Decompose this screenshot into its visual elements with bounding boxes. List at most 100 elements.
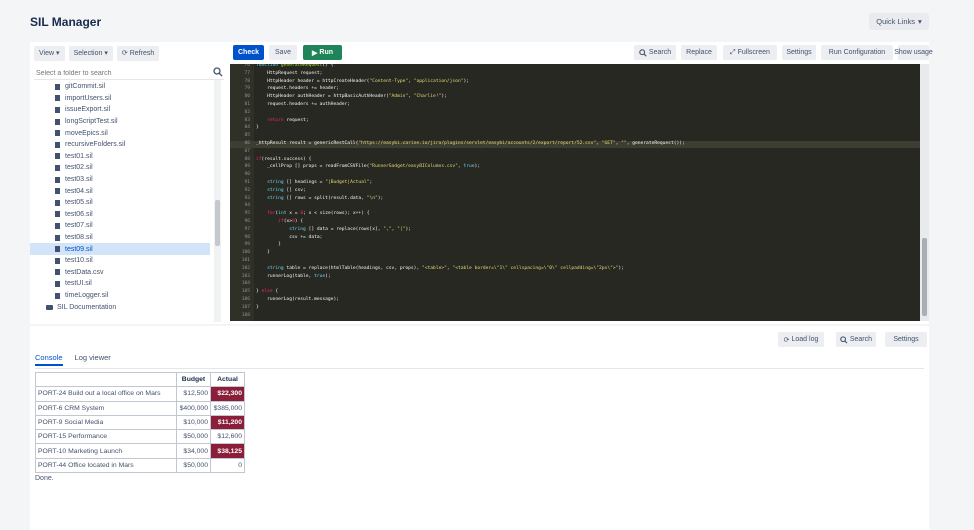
tree-item-label: timeLogger.sil (65, 292, 109, 300)
line-number: 101 (241, 258, 250, 263)
table-row: PORT-6 CRM System $400,000 $385,000 (35, 400, 245, 416)
tree-file[interactable]: test07.sil (30, 220, 210, 232)
table-row: PORT-44 Office located in Mars $50,000 0 (35, 457, 245, 474)
tree-scrollbar[interactable] (214, 80, 221, 322)
console-settings-button[interactable]: Settings (885, 332, 927, 347)
show-usage-button[interactable]: Show usage (894, 45, 933, 60)
tab-log-viewer[interactable]: Log viewer (75, 353, 111, 366)
console-search-button[interactable]: Search (836, 332, 876, 347)
tree-file[interactable]: recursiveFolders.sil (30, 139, 210, 151)
line-number: 104 (241, 281, 250, 287)
tree-file[interactable]: test04.sil (30, 185, 210, 197)
tree-file[interactable]: test09.sil (30, 243, 210, 255)
tab-console[interactable]: Console (35, 353, 63, 366)
refresh-button[interactable]: ⟳ Refresh (116, 45, 160, 61)
code-line: 100 } (230, 250, 920, 257)
file-icon (55, 269, 60, 276)
check-button[interactable]: Check (233, 45, 264, 60)
tree-file[interactable]: test01.sil (30, 151, 210, 163)
tree-scrollbar-thumb[interactable] (215, 200, 220, 246)
load-log-label: Load log (791, 336, 819, 343)
budget-cell: $50,000 (176, 457, 211, 474)
tree-file[interactable]: testData.csv (30, 267, 210, 279)
code-editor[interactable]: 76 function generateRequest() {77 HttpReq… (230, 64, 929, 321)
tree-file[interactable]: gitCommit.sil (30, 81, 210, 93)
code-line: 83 return request; (230, 118, 920, 125)
line-number: 82 (244, 109, 250, 115)
file-icon (55, 153, 60, 160)
selection-dropdown[interactable]: Selection ▾ (68, 45, 113, 61)
file-icon (55, 176, 60, 183)
tree-file[interactable]: issueExport.sil (30, 104, 210, 116)
editor-search-button[interactable]: Search (634, 45, 676, 60)
code-line: 85 (230, 133, 920, 140)
search-icon[interactable] (213, 67, 223, 77)
tree-file[interactable]: test10.sil (30, 255, 210, 267)
tree-item-label: importUsers.sil (65, 94, 112, 102)
tree-file[interactable]: testUI.sil (30, 278, 210, 290)
file-icon (55, 106, 60, 113)
code-line: 76 function generateRequest() { (230, 64, 920, 70)
line-number: 97 (244, 226, 250, 232)
row-name-cell: PORT-15 Performance (35, 429, 177, 445)
file-icon (55, 211, 60, 218)
line-number: 102 (241, 265, 250, 271)
tree-file[interactable]: test02.sil (30, 162, 210, 174)
tree-file[interactable]: longScriptTest.sil (30, 116, 210, 128)
load-log-button[interactable]: ⟳ Load log (778, 332, 824, 347)
tree-file[interactable]: test05.sil (30, 197, 210, 209)
row-name-cell: PORT-24 Build out a local office on Mars (35, 386, 177, 402)
tree-item-label: test05.sil (65, 199, 93, 207)
row-name-cell: PORT-10 Marketing Launch (35, 443, 177, 459)
code-line: 104 (230, 281, 920, 288)
tree-file[interactable]: moveEpics.sil (30, 127, 210, 139)
code-line: 106 runnerLog(result.message); (230, 297, 920, 304)
file-icon (55, 164, 60, 171)
line-number: 76 (244, 64, 250, 68)
console-panel: ⟳ Load log Search Settings Console Log v… (30, 326, 929, 530)
code-line: 78 HttpHeader header = httpCreateHeader(… (230, 79, 920, 86)
run-button[interactable]: ▶ Run (303, 45, 342, 60)
code-line: 97 string [] data = replace(rows[x], ","… (230, 227, 920, 234)
line-number: 105 (241, 289, 250, 295)
console-status: Done. (35, 475, 54, 482)
table-row: PORT-10 Marketing Launch $34,000 $38,125 (35, 443, 245, 459)
code-line: 79 request.headers += header; (230, 86, 920, 93)
tree-item-label: testUI.sil (65, 280, 92, 288)
quick-links-dropdown[interactable]: Quick Links ▾ (869, 13, 929, 30)
run-label: Run (319, 49, 333, 56)
editor-scrollbar[interactable] (920, 64, 929, 321)
budget-cell: $12,500 (176, 386, 211, 402)
column-header (35, 371, 177, 388)
code-line: 82 (230, 110, 920, 117)
output-table: Budget Actual PORT-24 Build out a local … (35, 371, 245, 474)
tree-file[interactable]: test08.sil (30, 232, 210, 244)
tree-item-label: SIL Documentation (57, 303, 117, 311)
file-icon (55, 95, 60, 102)
settings-button[interactable]: Settings (782, 45, 816, 60)
tree-item-label: test03.sil (65, 176, 93, 184)
tree-file[interactable]: test06.sil (30, 209, 210, 221)
tree-item-label: test04.sil (65, 187, 93, 195)
line-number: 92 (244, 187, 250, 193)
run-configuration-button[interactable]: Run Configuration (821, 45, 893, 60)
code-line: 90 (230, 172, 920, 179)
tree-file[interactable]: timeLogger.sil (30, 290, 210, 302)
tree-search-input[interactable] (34, 66, 204, 80)
code-line: 92 string [] csv; (230, 188, 920, 195)
tree-file[interactable]: test03.sil (30, 174, 210, 186)
line-number: 96 (244, 219, 250, 224)
view-dropdown[interactable]: View ▾ (34, 45, 65, 61)
search-label: Search (648, 49, 672, 56)
console-tabs: Console Log viewer (35, 353, 111, 366)
fullscreen-button[interactable]: ⤢ Fullscreen (723, 45, 777, 60)
tree-folder[interactable]: SIL Documentation (30, 301, 210, 313)
tree-file[interactable]: importUsers.sil (30, 93, 210, 105)
fullscreen-label: Fullscreen (737, 49, 770, 56)
replace-button[interactable]: Replace (681, 45, 717, 60)
file-icon (55, 130, 60, 137)
editor-scrollbar-thumb[interactable] (922, 238, 927, 316)
code-line: 77 HttpRequest request; (230, 71, 920, 78)
code-line: 93 string [] rows = split(result.data, "… (230, 196, 920, 203)
save-button[interactable]: Save (269, 45, 297, 60)
